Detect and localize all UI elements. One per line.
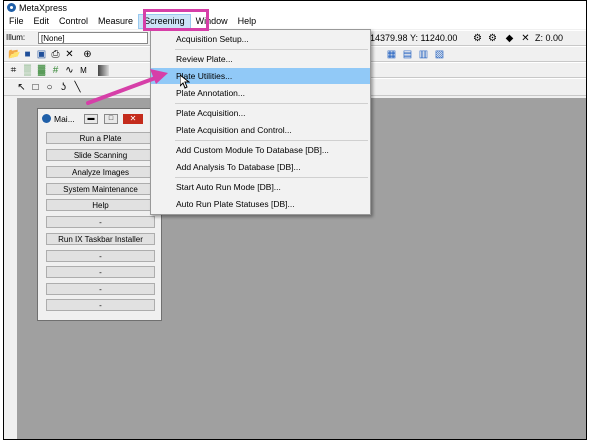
- workspace-left-strip: [4, 98, 17, 439]
- close-button[interactable]: ✕: [123, 114, 143, 124]
- empty-button-1[interactable]: -: [46, 216, 155, 228]
- panel-icon: [42, 114, 51, 123]
- menu-item-plate-acquisition-and-control[interactable]: Plate Acquisition and Control...: [151, 122, 370, 138]
- title-bar: MetaXpress: [4, 1, 586, 14]
- panel-title-bar: Mai... ▬ □ ✕: [38, 109, 161, 131]
- app-window: MetaXpress File Edit Control Measure Scr…: [3, 0, 587, 440]
- menu-edit[interactable]: Edit: [29, 14, 55, 29]
- select-icon[interactable]: ⌗: [8, 65, 19, 76]
- menu-item-add-custom-module[interactable]: Add Custom Module To Database [DB]...: [151, 142, 370, 158]
- mouse-cursor-icon: [180, 75, 190, 89]
- close-x-icon[interactable]: ✕: [64, 49, 75, 60]
- run-a-plate-button[interactable]: Run a Plate: [46, 132, 155, 144]
- empty-button-4[interactable]: -: [46, 283, 155, 295]
- illum-select[interactable]: [None]: [38, 32, 148, 44]
- menu-item-review-plate[interactable]: Review Plate...: [151, 51, 370, 67]
- empty-button-2[interactable]: -: [46, 250, 155, 262]
- palette-icon[interactable]: ▒: [22, 65, 33, 76]
- gradient-icon[interactable]: [98, 65, 109, 76]
- empty-button-3[interactable]: -: [46, 266, 155, 278]
- stage-icon-4[interactable]: ✕: [520, 33, 531, 44]
- illum-label: Illum:: [6, 33, 26, 42]
- slide-scanning-button[interactable]: Slide Scanning: [46, 149, 155, 161]
- menu-item-add-analysis[interactable]: Add Analysis To Database [DB]...: [151, 159, 370, 175]
- tool-icon-right-3[interactable]: ▥: [418, 49, 429, 60]
- help-button[interactable]: Help: [46, 199, 155, 211]
- menu-control[interactable]: Control: [54, 14, 93, 29]
- panel-title: Mai...: [54, 114, 75, 124]
- grid-icon[interactable]: ▓: [36, 65, 47, 76]
- y-coordinate: Y: 11240.00: [410, 33, 458, 43]
- floppy-icon[interactable]: ▣: [36, 49, 47, 60]
- line-icon[interactable]: ╲: [72, 82, 83, 93]
- open-icon[interactable]: 📂: [8, 49, 20, 60]
- minimize-button[interactable]: ▬: [84, 114, 98, 124]
- menu-file[interactable]: File: [4, 14, 29, 29]
- ellipse-icon[interactable]: ○: [44, 82, 55, 93]
- freehand-icon[interactable]: ʖ: [58, 82, 69, 93]
- stage-icon-1[interactable]: ⚙: [472, 33, 483, 44]
- m-icon[interactable]: M: [78, 65, 89, 76]
- menu-item-start-auto-run[interactable]: Start Auto Run Mode [DB]...: [151, 179, 370, 195]
- stage-icon-3[interactable]: ◆: [504, 33, 515, 44]
- system-maintenance-button[interactable]: System Maintenance: [46, 183, 155, 195]
- tool-icon-right-1[interactable]: ▦: [386, 49, 397, 60]
- menu-separator: [175, 49, 368, 50]
- menu-item-acquisition-setup[interactable]: Acquisition Setup...: [151, 31, 370, 47]
- empty-button-5[interactable]: -: [46, 299, 155, 311]
- menu-separator: [175, 103, 368, 104]
- z-coordinate: Z: 0.00: [535, 33, 564, 43]
- hash-icon[interactable]: #: [50, 65, 61, 76]
- menu-item-plate-acquisition[interactable]: Plate Acquisition...: [151, 105, 370, 121]
- curve-icon[interactable]: ∿: [64, 65, 75, 76]
- tool-icon-right-4[interactable]: ▧: [434, 49, 445, 60]
- rect-icon[interactable]: □: [30, 82, 41, 93]
- target-icon[interactable]: ⊕: [82, 49, 93, 60]
- main-panel: Mai... ▬ □ ✕ Run a Plate Slide Scanning …: [37, 108, 162, 321]
- annotation-highlight-box: [143, 9, 209, 31]
- save-icon[interactable]: ■: [22, 49, 33, 60]
- screening-menu: Acquisition Setup... Review Plate... Pla…: [150, 29, 371, 215]
- menu-help[interactable]: Help: [233, 14, 262, 29]
- menu-measure[interactable]: Measure: [93, 14, 138, 29]
- analyze-images-button[interactable]: Analyze Images: [46, 166, 155, 178]
- tool-icon-right-2[interactable]: ▤: [402, 49, 413, 60]
- run-ix-taskbar-installer-button[interactable]: Run IX Taskbar Installer: [46, 233, 155, 245]
- menu-separator: [175, 140, 368, 141]
- print-icon[interactable]: ⎙: [50, 49, 61, 60]
- arrow-icon[interactable]: ↖: [16, 82, 27, 93]
- stage-icon-2[interactable]: ⚙: [487, 33, 498, 44]
- metaxpress-icon: [7, 3, 16, 12]
- menu-bar: File Edit Control Measure Screening Wind…: [4, 14, 586, 29]
- maximize-button[interactable]: □: [104, 114, 118, 124]
- menu-item-auto-run-plate-statuses[interactable]: Auto Run Plate Statuses [DB]...: [151, 196, 370, 212]
- window-title: MetaXpress: [19, 2, 68, 13]
- x-coordinate: 14379.98: [370, 33, 408, 43]
- menu-separator: [175, 177, 368, 178]
